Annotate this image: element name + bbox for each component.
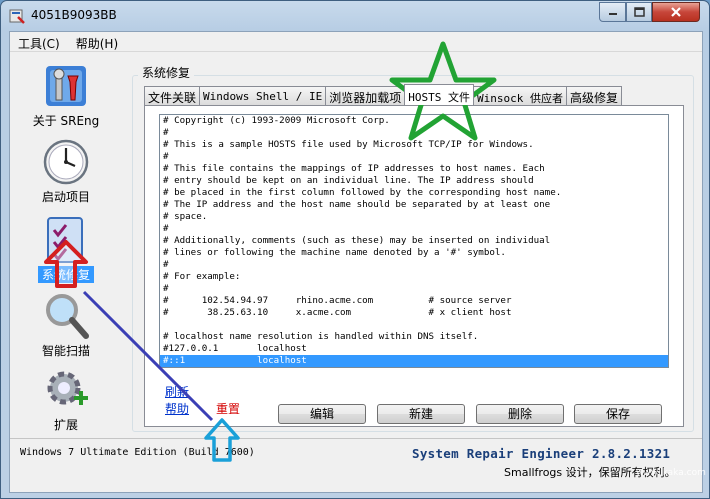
hosts-line[interactable] [160,319,668,331]
hosts-line[interactable]: # [160,283,668,295]
hosts-line[interactable]: # [160,259,668,271]
hosts-line[interactable]: # [160,127,668,139]
status-separator [10,438,702,439]
menu-tools[interactable]: 工具(C) [10,32,68,51]
hosts-line[interactable]: # localhost name resolution is handled w… [160,331,668,343]
refresh-link[interactable]: 刷新 [165,383,189,400]
hosts-line[interactable]: # This is a sample HOSTS file used by Mi… [160,139,668,151]
title-bar[interactable]: 4051B9093BB [1,1,709,31]
hosts-line[interactable]: # [160,151,668,163]
nav-label-extend: 扩展 [53,418,78,432]
tab-strip: 文件关联 Windows Shell / IE 浏览器加载项 HOSTS 文件 … [144,84,622,106]
help-link[interactable]: 帮助 [165,400,189,417]
hosts-line[interactable]: # 38.25.63.10 x.acme.com # x client host [160,307,668,319]
tab-browser-addons[interactable]: 浏览器加载项 [325,86,406,105]
magnifier-icon [46,294,89,339]
tools-icon [46,66,86,106]
product-version-text: System Repair Engineer 2.8.2.1321 [412,446,671,461]
close-icon [671,7,681,17]
hosts-line[interactable]: # For example: [160,271,668,283]
clock-icon [43,139,89,185]
hosts-line[interactable]: #127.0.0.1 localhost [160,343,668,355]
new-button[interactable]: 新建 [377,404,465,424]
nav-item-system-repair[interactable]: 系统修复 [10,216,122,290]
tab-windows-shell-ie[interactable]: Windows Shell / IE [199,86,327,105]
nav-label-system-repair: 系统修复 [38,266,94,283]
nav-label-about: 关于 SREng [32,114,100,128]
close-button[interactable] [652,2,700,22]
nav-item-extend[interactable]: 扩展 [10,366,122,440]
menu-help[interactable]: 帮助(H) [68,32,126,51]
nav-item-smart-scan[interactable]: 智能扫描 [10,292,122,366]
tab-advanced-repair[interactable]: 高级修复 [565,86,622,105]
hosts-text-area[interactable]: # Copyright (c) 1993-2009 Microsoft Corp… [159,114,669,368]
reset-link[interactable]: 重置 [216,400,240,417]
os-version-text: Windows 7 Ultimate Edition (Build 7600) [20,447,255,458]
tab-file-association[interactable]: 文件关联 [144,86,201,105]
hosts-line[interactable]: # lines or following the machine name de… [160,247,668,259]
minimize-button[interactable] [599,2,626,22]
hosts-line[interactable]: # entry should be kept on an individual … [160,175,668,187]
hosts-tab-panel: # Copyright (c) 1993-2009 Microsoft Corp… [144,105,684,427]
hosts-line[interactable]: # 102.54.94.97 rhino.acme.com # source s… [160,295,668,307]
edit-button[interactable]: 编辑 [278,404,366,424]
save-button[interactable]: 保存 [574,404,662,424]
nav-label-smart-scan: 智能扫描 [41,344,90,358]
gear-plus-icon [47,371,88,405]
app-window: 4051B9093BB 工具(C) 帮助(H) 关于 SREng 启动项目 系统… [0,0,710,499]
window-title: 4051B9093BB [31,8,117,22]
hosts-line[interactable]: # The IP address and the host name shoul… [160,199,668,211]
client-area: 工具(C) 帮助(H) 关于 SREng 启动项目 系统修复 智能扫描 扩展 系… [9,31,703,493]
checklist-icon [47,217,83,263]
nav-item-startup[interactable]: 启动项目 [10,138,122,212]
minimize-icon [608,13,617,15]
hosts-line[interactable]: # space. [160,211,668,223]
hosts-line[interactable]: #::1 localhost [160,355,668,367]
nav-label-startup: 启动项目 [41,190,90,204]
app-icon [9,9,25,24]
hosts-line[interactable]: # Copyright (c) 1993-2009 Microsoft Corp… [160,115,668,127]
tab-winsock-provider[interactable]: Winsock 供应者 [473,86,567,105]
maximize-button[interactable] [626,2,652,22]
nav-item-about[interactable]: 关于 SREng [10,62,122,136]
tab-hosts-file[interactable]: HOSTS 文件 [404,84,474,105]
group-title: 系统修复 [138,64,195,81]
maximize-icon [633,7,645,17]
hosts-line[interactable]: # be placed in the first column followed… [160,187,668,199]
menu-bar: 工具(C) 帮助(H) [10,32,702,52]
side-nav: 关于 SREng 启动项目 系统修复 智能扫描 扩展 [10,54,122,446]
hosts-line[interactable]: # [160,223,668,235]
delete-button[interactable]: 删除 [476,404,564,424]
watermark-text: www.ikaka.com [636,468,706,478]
hosts-line[interactable]: # This file contains the mappings of IP … [160,163,668,175]
hosts-line[interactable]: # Additionally, comments (such as these)… [160,235,668,247]
